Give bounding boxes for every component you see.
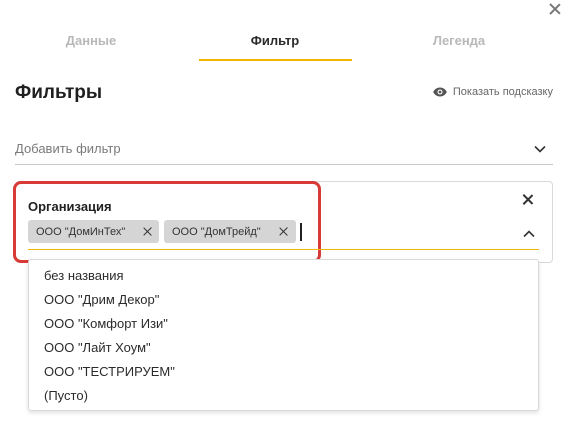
text-cursor [300,223,302,241]
options-dropdown: без названия ООО "Дрим Декор" ООО "Комфо… [28,259,539,411]
add-filter-select[interactable]: Добавить фильтр [15,137,553,165]
tab-legend[interactable]: Легенда [383,33,535,48]
filter-field-label: Организация [28,199,112,214]
show-hint-button[interactable]: Показать подсказку [433,86,553,98]
chip-label: ООО "ДомТрейд" [172,225,261,238]
dropdown-option[interactable]: ООО "Комфорт Изи" [44,316,168,331]
organization-multiselect[interactable]: ООО "ДомИнТех" ООО "ДомТрейд" [28,220,539,250]
page-title: Фильтры [15,82,103,103]
dropdown-option[interactable]: (Пусто) [44,388,88,403]
chevron-down-icon[interactable] [533,142,547,156]
show-hint-label: Показать подсказку [452,86,553,98]
close-icon[interactable] [547,1,563,17]
dropdown-option[interactable]: ООО "ТЕСТРИРУЕМ" [44,364,175,379]
eye-icon [433,87,447,97]
tab-bar: Данные Фильтр Легенда [0,24,575,62]
chevron-up-icon[interactable] [522,227,536,241]
add-filter-label: Добавить фильтр [15,141,121,156]
selected-chip: ООО "ДомИнТех" [28,220,159,243]
dropdown-option[interactable]: ООО "Лайт Хоум" [44,340,151,355]
dropdown-option[interactable]: ООО "Дрим Декор" [44,292,159,307]
dropdown-option[interactable]: без названия [44,268,124,283]
tab-data[interactable]: Данные [15,33,167,48]
active-tab-indicator [199,59,352,61]
remove-chip-icon[interactable] [278,226,289,237]
tab-filter[interactable]: Фильтр [199,33,351,48]
close-icon[interactable] [520,192,536,208]
chip-label: ООО "ДомИнТех" [36,225,126,238]
remove-chip-icon[interactable] [142,226,153,237]
selected-chip: ООО "ДомТрейд" [164,220,296,243]
